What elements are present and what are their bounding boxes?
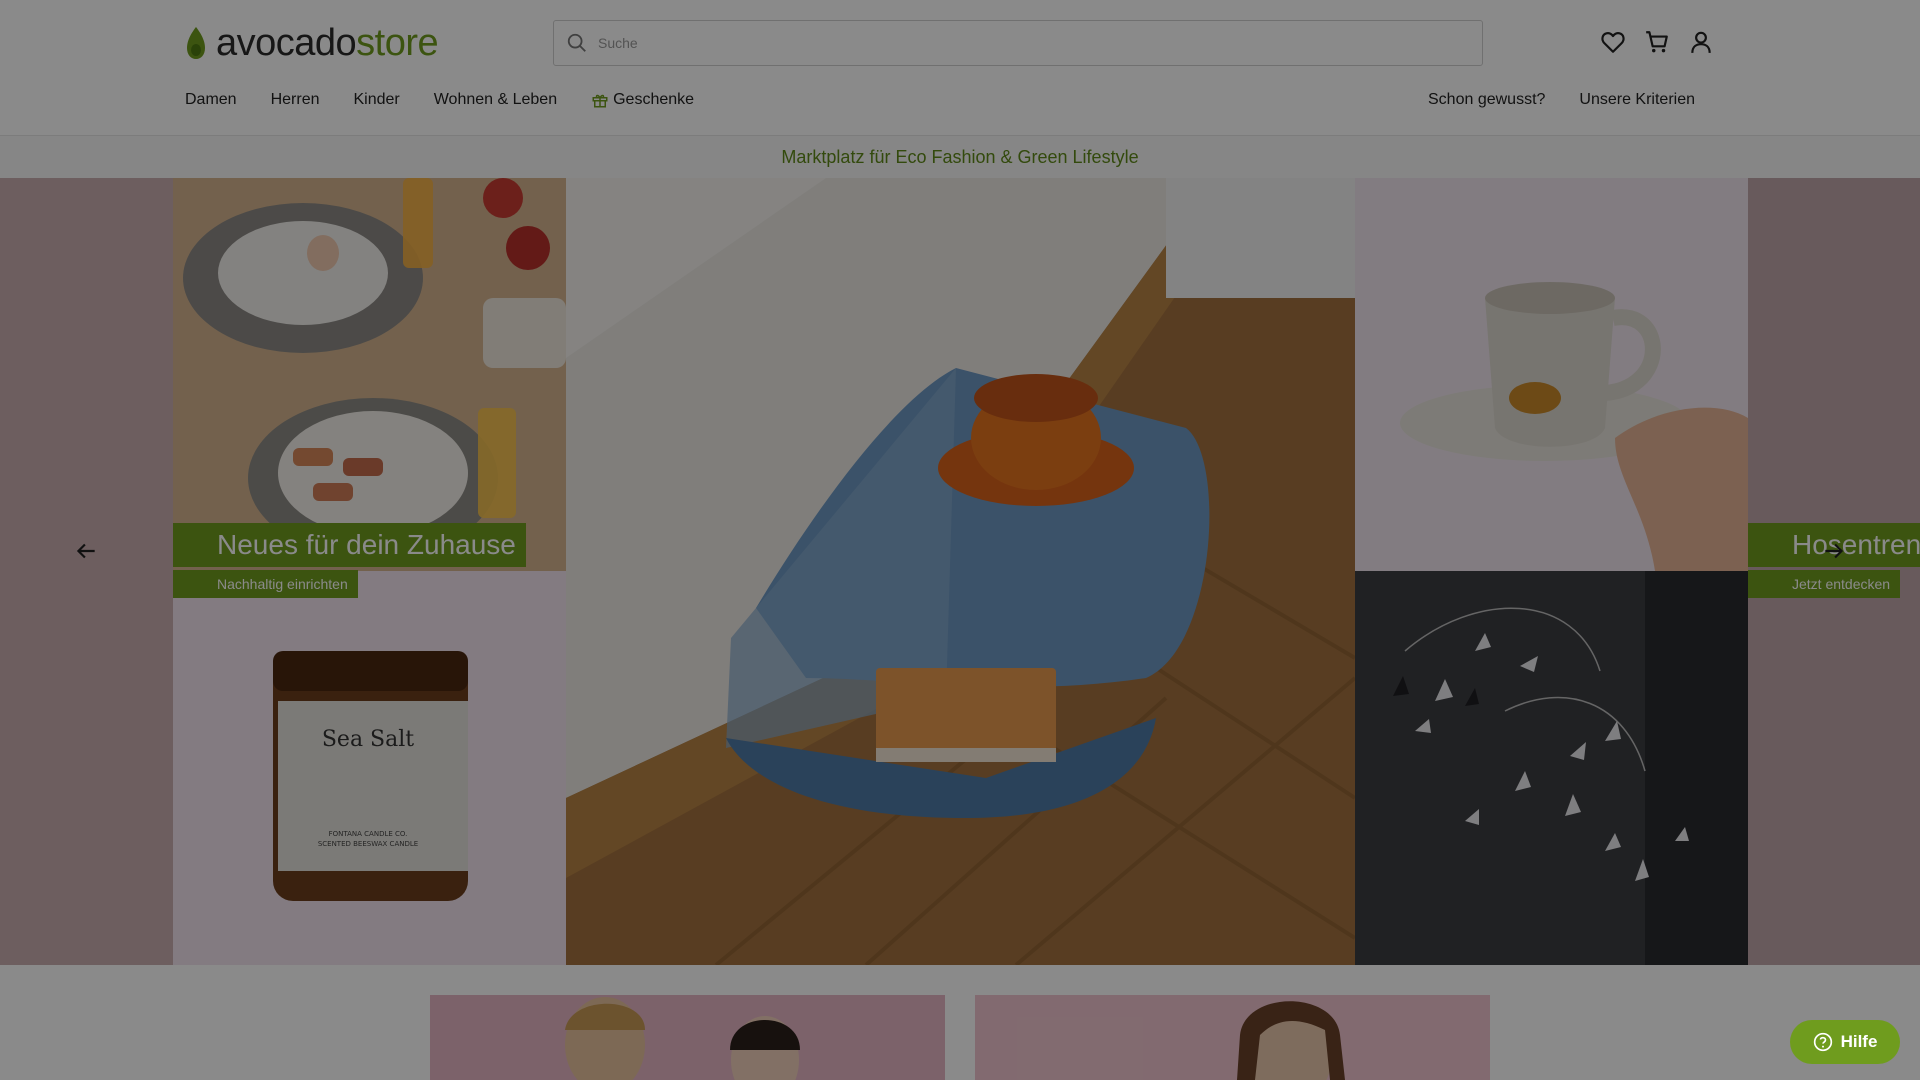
woman-illustration [975,995,1490,1080]
nav-unsere-kriterien[interactable]: Unsere Kriterien [1579,91,1695,109]
cart-icon [1646,31,1668,53]
help-button[interactable]: Hilfe [1790,1020,1900,1064]
question-circle-icon [1813,1032,1832,1052]
nav-item-damen[interactable]: Damen [185,91,237,109]
candle-illustration: Sea Salt FONTANA CANDLE CO. SCENTED BEES… [173,571,566,965]
search-icon [567,33,586,52]
tagline-bar: Marktplatz für Eco Fashion & Green Lifes… [0,136,1920,178]
carousel-prev-slide-peek[interactable] [0,178,173,965]
wishlist-button[interactable] [1600,28,1626,56]
header-icons [1600,28,1714,56]
nightstand-image[interactable] [566,178,1355,965]
coffee-cup-image[interactable] [1355,178,1748,571]
nav-item-geschenke[interactable]: Geschenke [591,91,694,109]
hero-left-subtitle[interactable]: Nachhaltig einrichten [173,570,358,598]
site-header: avocadostore Damen [0,0,1920,136]
search-input[interactable] [598,35,1458,51]
secondary-nav: Schon gewusst? Unsere Kriterien [1428,91,1695,109]
user-icon [1691,31,1711,53]
nav-schon-gewusst[interactable]: Schon gewusst? [1428,91,1545,109]
tagline-text: Marktplatz für Eco Fashion & Green Lifes… [781,146,1139,167]
candle-label-brand: FONTANA CANDLE CO. [329,830,408,838]
avocado-logo-icon [187,27,205,59]
main-nav: Damen Herren Kinder Wohnen & Leben Gesch… [185,91,694,109]
nav-item-herren[interactable]: Herren [271,91,320,109]
bird-mobile-illustration [1355,571,1748,965]
candle-label-name: Sea Salt [322,727,414,752]
nightstand-illustration [566,178,1355,965]
hero-left-title[interactable]: Neues für dein Zuhause [173,523,526,567]
search-box[interactable] [553,20,1483,66]
nav-item-kinder[interactable]: Kinder [353,91,399,109]
account-button[interactable] [1688,28,1714,56]
coffee-cup-illustration [1355,178,1748,571]
candle-label-desc: SCENTED BEESWAX CANDLE [318,840,418,848]
hero-right-subtitle[interactable]: Jetzt entdecken [1748,570,1901,598]
carousel-next-button[interactable] [1814,531,1854,571]
help-label: Hilfe [1840,1032,1878,1051]
category-card-women[interactable] [975,995,1490,1080]
cart-button[interactable] [1644,28,1670,56]
bird-mobile-image[interactable] [1355,571,1748,965]
logo[interactable]: avocadostore [184,22,439,64]
nav-item-wohnen-leben[interactable]: Wohnen & Leben [434,91,557,109]
carousel-prev-button[interactable] [66,531,106,571]
arrow-right-icon [1825,543,1844,559]
arrow-left-icon [76,543,95,559]
logo-text: avocadostore [216,22,439,64]
category-cards [0,995,1920,1080]
category-card-fashion[interactable] [430,995,945,1080]
nav-item-geschenke-label: Geschenke [613,91,695,108]
heart-icon [1601,32,1625,53]
models-illustration [430,995,945,1080]
hero-carousel[interactable]: Sea Salt FONTANA CANDLE CO. SCENTED BEES… [0,178,1920,965]
gift-icon [592,94,608,108]
breakfast-illustration [173,178,566,571]
candle-image[interactable]: Sea Salt FONTANA CANDLE CO. SCENTED BEES… [173,571,566,965]
breakfast-image[interactable] [173,178,566,571]
